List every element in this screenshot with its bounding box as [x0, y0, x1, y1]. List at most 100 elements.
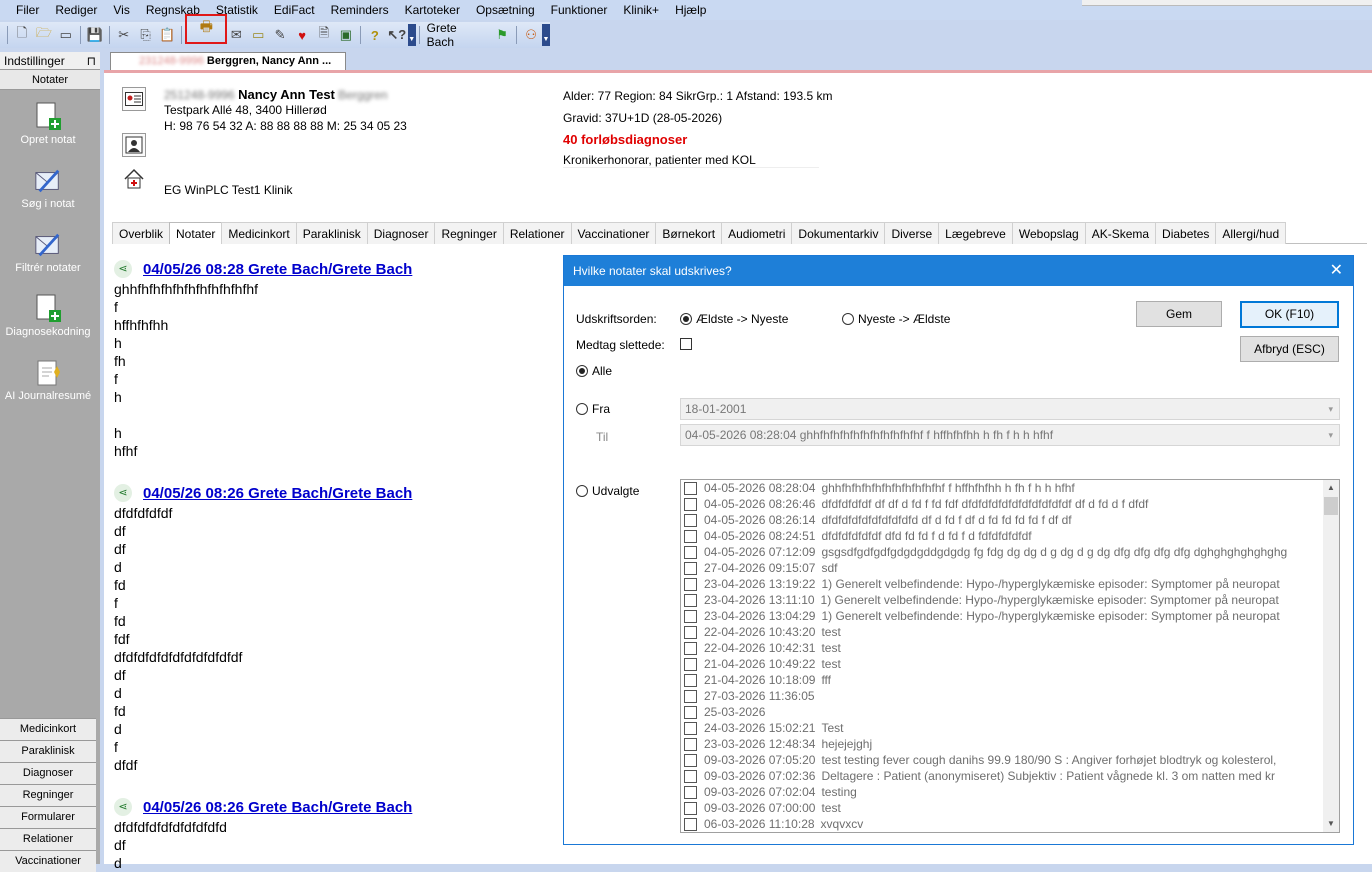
note-link[interactable]: 04/05/26 08:26 Grete Bach/Grete Bach — [143, 485, 412, 502]
mail-icon[interactable]: ✉ — [225, 24, 247, 46]
scroll-thumb[interactable] — [1324, 497, 1338, 515]
list-item-checkbox[interactable] — [684, 801, 697, 815]
to-date-select[interactable]: 04-05-2026 08:28:04 ghhfhfhfhfhfhfhfhfhf… — [680, 424, 1340, 446]
range-all-option[interactable]: Alle — [576, 364, 612, 378]
menu-reminders[interactable]: Reminders — [323, 0, 397, 20]
from-date-select[interactable]: 18-01-2001 ▾ — [680, 398, 1340, 420]
toolbar-dropdown[interactable]: ▼ — [407, 24, 416, 46]
order-oldest-first-option[interactable]: Ældste -> Nyeste — [680, 312, 788, 326]
list-item[interactable]: 23-03-2026 12:48:34 hejejejghj — [681, 736, 1339, 752]
new-document-icon[interactable]: 🗋 — [11, 24, 33, 46]
notes-selection-list[interactable]: 04-05-2026 08:28:04 ghhfhfhfhfhfhfhfhfhfh… — [680, 479, 1340, 833]
list-item-checkbox[interactable] — [684, 497, 697, 511]
menu-funktioner[interactable]: Funktioner — [543, 0, 616, 20]
share-icon[interactable]: ⋖ — [114, 260, 132, 278]
tab-dokumentarkiv[interactable]: Dokumentarkiv — [791, 222, 886, 244]
list-item-checkbox[interactable] — [684, 561, 697, 575]
nav-regninger[interactable]: Regninger — [0, 784, 96, 806]
card-icon[interactable]: ▭ — [247, 24, 269, 46]
print-icon[interactable]: 🖶 — [200, 16, 213, 40]
list-item-checkbox[interactable] — [684, 609, 697, 623]
range-selected-radio[interactable] — [576, 485, 588, 497]
patient-document-tab[interactable]: 231248-9996 Berggren, Nancy Ann ... — [110, 52, 346, 70]
list-item[interactable]: 23-04-2026 13:04:29 1) Generelt velbefind… — [681, 608, 1339, 624]
list-item[interactable]: 27-04-2026 09:15:07 sdf — [681, 560, 1339, 576]
list-item[interactable]: 04-05-2026 08:26:14 dfdfdfdfdfdfdfdfdfd d… — [681, 512, 1339, 528]
help-icon[interactable]: ? — [364, 24, 386, 46]
list-item[interactable]: 09-03-2026 07:05:20 test testing fever co… — [681, 752, 1339, 768]
paste-icon[interactable]: 📋 — [157, 24, 179, 46]
order-newest-first-option[interactable]: Nyeste -> Ældste — [842, 312, 950, 326]
menu-edifact[interactable]: EdiFact — [266, 0, 323, 20]
share-icon[interactable]: ⋖ — [114, 798, 132, 816]
document-icon[interactable]: 🗎 — [313, 24, 335, 46]
list-item[interactable]: 09-03-2026 07:02:04 testing — [681, 784, 1339, 800]
open-folder-icon[interactable]: 🗁 — [33, 24, 55, 46]
menu-rediger[interactable]: Rediger — [47, 0, 105, 20]
list-item-checkbox[interactable] — [684, 625, 697, 639]
tab-notater[interactable]: Notater — [169, 222, 223, 244]
include-deleted-checkbox[interactable] — [680, 338, 692, 353]
include-deleted-check[interactable] — [680, 338, 692, 350]
patient-photo-icon[interactable] — [122, 133, 146, 157]
list-item[interactable]: 22-04-2026 10:43:20 test — [681, 624, 1339, 640]
nav-paraklinisk[interactable]: Paraklinisk — [0, 740, 96, 762]
order-oldest-first-radio[interactable] — [680, 313, 692, 325]
list-item-checkbox[interactable] — [684, 545, 697, 559]
save-button[interactable]: Gem — [1136, 301, 1222, 327]
menu-klinik-plus[interactable]: Klinik+ — [615, 0, 667, 20]
range-all-radio[interactable] — [576, 365, 588, 377]
tab-overblik[interactable]: Overblik — [112, 222, 171, 244]
toolbar-dropdown-2[interactable]: ▼ — [542, 24, 550, 46]
print-button-highlight[interactable]: 🖶 — [185, 14, 228, 44]
list-item[interactable]: 09-03-2026 07:02:36 Deltagere : Patient (… — [681, 768, 1339, 784]
menu-vis[interactable]: Vis — [105, 0, 137, 20]
list-scrollbar[interactable]: ▲ ▼ — [1323, 480, 1339, 832]
nav-medicinkort[interactable]: Medicinkort — [0, 718, 96, 740]
range-selected-option[interactable]: Udvalgte — [576, 484, 639, 498]
tab-webopslag[interactable]: Webopslag — [1011, 222, 1086, 244]
close-icon[interactable]: ✕ — [1330, 256, 1343, 286]
tab-audiometri[interactable]: Audiometri — [721, 222, 793, 244]
range-from-option[interactable]: Fra — [576, 402, 610, 416]
nav-diagnoser[interactable]: Diagnoser — [0, 762, 96, 784]
tab-medicinkort[interactable]: Medicinkort — [221, 222, 297, 244]
pin-icon[interactable]: ⊓ — [87, 54, 96, 68]
note-link[interactable]: 04/05/26 08:28 Grete Bach/Grete Bach — [143, 261, 412, 278]
diagnoses-count[interactable]: 40 forløbsdiagnoser — [563, 132, 687, 147]
heart-icon[interactable]: ♥ — [291, 24, 313, 46]
clinic-house-icon[interactable] — [122, 167, 146, 191]
context-help-icon[interactable]: ↖? — [386, 24, 408, 46]
list-item[interactable]: 09-03-2026 07:00:00 test — [681, 800, 1339, 816]
tab-laegebreve[interactable]: Lægebreve — [938, 222, 1013, 244]
list-item-checkbox[interactable] — [684, 577, 697, 591]
list-item-checkbox[interactable] — [684, 593, 697, 607]
list-item-checkbox[interactable] — [684, 705, 697, 719]
nav-vaccinationer[interactable]: Vaccinationer — [0, 850, 96, 872]
tab-boernekort[interactable]: Børnekort — [655, 222, 723, 244]
list-item[interactable]: 21-04-2026 10:18:09 fff — [681, 672, 1339, 688]
menu-hjaelp[interactable]: Hjælp — [667, 0, 714, 20]
list-item-checkbox[interactable] — [684, 785, 697, 799]
tab-diagnoser[interactable]: Diagnoser — [366, 222, 436, 244]
menu-filer[interactable]: Filer — [8, 0, 47, 20]
nav-relationer[interactable]: Relationer — [0, 828, 96, 850]
order-newest-first-radio[interactable] — [842, 313, 854, 325]
list-item-checkbox[interactable] — [684, 673, 697, 687]
tab-diabetes[interactable]: Diabetes — [1155, 222, 1217, 244]
tab-relationer[interactable]: Relationer — [502, 222, 572, 244]
ai-summary-tool[interactable]: AI Journalresumé — [0, 358, 96, 402]
list-item-checkbox[interactable] — [684, 721, 697, 735]
edit-icon[interactable]: ✎ — [269, 24, 291, 46]
tab-ak-skema[interactable]: AK-Skema — [1084, 222, 1157, 244]
tab-regninger[interactable]: Regninger — [434, 222, 504, 244]
patient-card-icon[interactable] — [122, 87, 146, 111]
flag-icon[interactable]: ⚑ — [491, 24, 513, 46]
diagnosis-coding-tool[interactable]: Diagnosekodning — [0, 294, 96, 338]
tab-paraklinisk[interactable]: Paraklinisk — [295, 222, 368, 244]
search-note-tool[interactable]: Søg i notat — [0, 166, 96, 210]
current-user-label[interactable]: Grete Bach — [423, 21, 492, 49]
tab-allergi-hud[interactable]: Allergi/hud — [1215, 222, 1287, 244]
list-item[interactable]: 27-03-2026 11:36:05 — [681, 688, 1339, 704]
list-item-checkbox[interactable] — [684, 513, 697, 527]
